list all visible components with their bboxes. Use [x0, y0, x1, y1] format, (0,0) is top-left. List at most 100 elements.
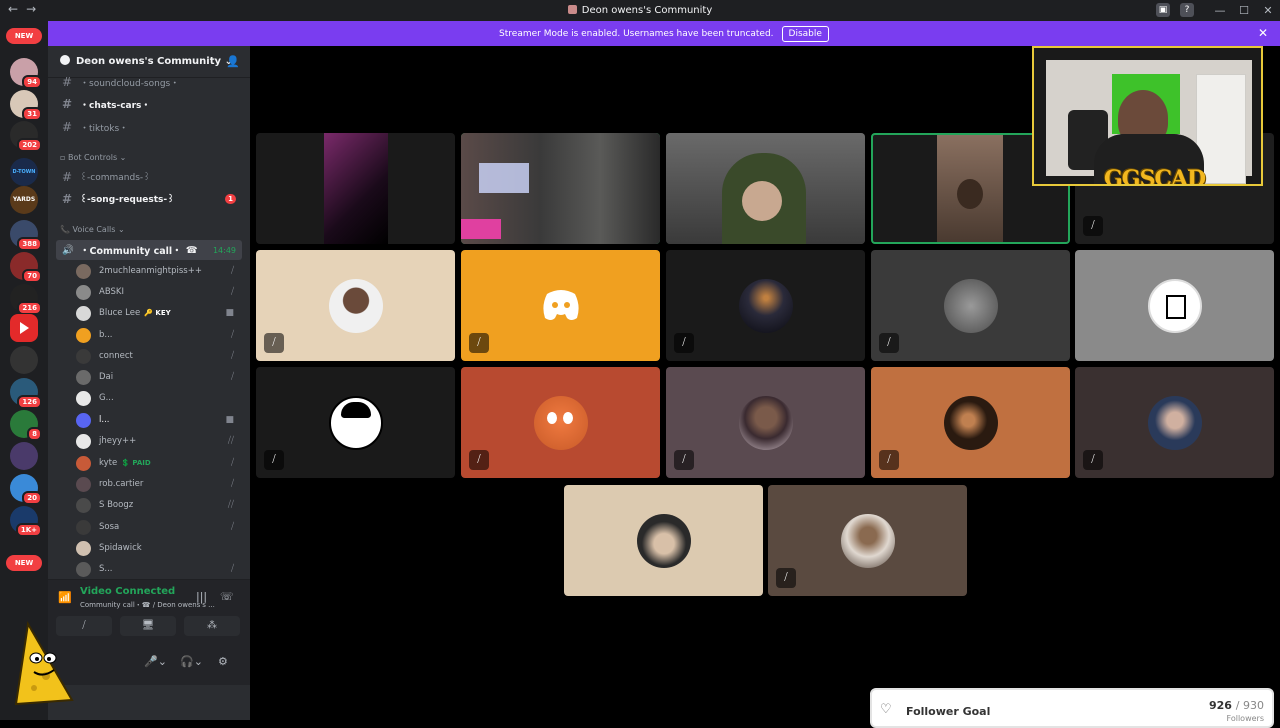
screen-share-button[interactable]: 🖥 [120, 616, 176, 636]
avatar [76, 540, 91, 556]
activities-button[interactable]: ⁂ [184, 616, 240, 636]
hash-icon: # [62, 170, 73, 184]
server-icon[interactable]: 8 [10, 410, 42, 441]
voice-member[interactable]: 2muchleanmightpiss++ ⧸ [76, 261, 242, 281]
server-badge-icon [60, 55, 70, 65]
server-icon-yards[interactable]: YARDS [10, 186, 38, 214]
maximize-icon[interactable]: ☐ [1232, 0, 1256, 21]
channel-soundcloud-songs[interactable]: # ・soundcloud-songs・ [56, 72, 242, 92]
avatar [840, 513, 895, 568]
server-icon[interactable]: 94 [10, 58, 42, 89]
channel-chats-cars[interactable]: # ・chats-cars・ [56, 94, 242, 114]
invite-people-icon[interactable]: 👤 [226, 55, 240, 68]
server-icon[interactable]: 216 [10, 284, 42, 315]
video-tile[interactable] [461, 133, 660, 244]
category-voice-calls[interactable]: 📞 Voice Calls ⌄ [60, 225, 125, 234]
voice-channel-community-call[interactable]: 🔊 ・Community call・ ☎ 14:49 [56, 240, 242, 260]
avatar [76, 263, 91, 279]
new-pill-top[interactable]: NEW [6, 28, 42, 44]
voice-location[interactable]: Community call・☎ / Deon owens's ... [80, 600, 215, 610]
video-tile[interactable] [666, 133, 865, 244]
headphones-icon[interactable]: 🎧⌄ [180, 655, 203, 668]
disable-streamer-mode-button[interactable]: Disable [781, 25, 829, 42]
close-banner-icon[interactable]: ✕ [1258, 26, 1268, 40]
avatar-tile[interactable]: ⧸ [1075, 367, 1274, 478]
channel-song-requests[interactable]: # ꒰-song-requests-꒱ 1 [56, 189, 242, 209]
avatar-tile[interactable]: ⧸ [461, 367, 660, 478]
voice-status[interactable]: Video Connected [80, 586, 175, 597]
video-icon: ■ [225, 308, 234, 318]
voice-member[interactable]: connect ⧸ [76, 346, 242, 366]
mic-muted-icon: ⧸ [776, 568, 796, 588]
noise-suppression-icon[interactable]: ||| [196, 590, 207, 603]
follower-goal-value: 926 / 930 [1208, 699, 1264, 712]
avatar-tile[interactable]: ⧸ [256, 367, 455, 478]
mic-muted-icon: ⧸ [230, 330, 234, 340]
avatar-tile[interactable]: ⧸ [871, 250, 1070, 361]
avatar-tile[interactable]: ⧸ [871, 367, 1070, 478]
disconnect-icon[interactable]: ☏ [220, 590, 234, 603]
server-icon[interactable]: 1K+ [10, 506, 42, 537]
server-icon[interactable]: 126 [10, 378, 42, 409]
avatar-tile[interactable]: ⧸ [768, 485, 967, 596]
inbox-icon[interactable]: ▣ [1156, 3, 1170, 17]
role-tag: 💲 PAID [121, 459, 151, 467]
heart-icon: ♡ [880, 702, 892, 717]
server-icon[interactable]: 388 [10, 220, 42, 251]
user-panel: 🎤⌄ 🎧⌄ ⚙ [48, 641, 250, 685]
robot-icon: ▫ [60, 153, 66, 162]
server-icon[interactable]: 202 [10, 121, 42, 152]
voice-member[interactable]: G... [76, 388, 242, 408]
mic-muted-icon: ⧸ [264, 333, 284, 353]
video-feed [324, 133, 388, 244]
channel-tiktoks[interactable]: # ・tiktoks・ [56, 117, 242, 137]
server-icon-dtown[interactable]: D-TOWN [10, 158, 38, 186]
server-icon[interactable]: 70 [10, 252, 42, 283]
close-window-icon[interactable]: ✕ [1256, 0, 1280, 21]
voice-member[interactable]: S... ⧸ [76, 559, 242, 579]
server-icon[interactable]: 20 [10, 474, 42, 505]
avatar-tile[interactable] [564, 485, 763, 596]
avatar [533, 395, 588, 450]
voice-member[interactable]: Spidawick [76, 538, 242, 558]
channel-commands[interactable]: # ꒰-commands-꒱ [56, 167, 242, 187]
server-icon[interactable] [10, 442, 38, 470]
avatar-tile[interactable]: ⧸ [666, 250, 865, 361]
mention-badge: 1 [225, 194, 236, 204]
avatar [76, 348, 91, 364]
help-icon[interactable]: ? [1180, 3, 1194, 17]
avatar-tile[interactable] [1075, 250, 1274, 361]
voice-member[interactable]: b... ⧸ [76, 325, 242, 345]
category-bot-controls[interactable]: ▫ Bot Controls ⌄ [60, 153, 126, 162]
avatar [943, 395, 998, 450]
role-tag: 🔑 KEY [144, 309, 171, 317]
new-pill-bottom[interactable]: NEW [6, 555, 42, 571]
server-icon[interactable]: 31 [10, 90, 42, 121]
mic-muted-icon: ⧸ [230, 351, 234, 361]
voice-member[interactable]: kyte 💲 PAID ⧸ [76, 453, 242, 473]
voice-member[interactable]: Bluce Lee 🔑 KEY ■ [76, 303, 242, 323]
microphone-icon[interactable]: 🎤⌄ [144, 655, 167, 668]
voice-member[interactable]: ABSKI ⧸ [76, 282, 242, 302]
youtube-server-icon[interactable] [10, 314, 38, 342]
voice-member[interactable]: Sosa ⧸ [76, 517, 242, 537]
voice-member[interactable]: rob.cartier ⧸ [76, 474, 242, 494]
mic-muted-icon: ⧸ [230, 287, 234, 297]
deafened-icon: ⧸ [879, 450, 899, 470]
voice-connection-panel: 📶 Video Connected Community call・☎ / Deo… [48, 579, 250, 641]
voice-member[interactable]: l... ■ [76, 410, 242, 430]
settings-gear-icon[interactable]: ⚙ [218, 655, 228, 668]
avatar-tile[interactable]: ⧸ [256, 250, 455, 361]
voice-member[interactable]: Dai ⧸ [76, 367, 242, 387]
voice-member[interactable]: S Boogz ⧸⧸ [76, 495, 242, 515]
discord-logo-icon [543, 290, 579, 320]
avatar-tile[interactable]: ⧸ [666, 367, 865, 478]
mic-muted-icon: ⧸ [230, 564, 234, 574]
voice-member[interactable]: jheyy++ ⧸⧸ [76, 431, 242, 451]
avatar [76, 519, 91, 535]
minimize-icon[interactable]: — [1208, 0, 1232, 21]
video-tile[interactable] [256, 133, 455, 244]
server-icon[interactable] [10, 346, 38, 374]
call-duration: 14:49 [212, 245, 236, 255]
avatar-tile[interactable]: ⧸ [461, 250, 660, 361]
